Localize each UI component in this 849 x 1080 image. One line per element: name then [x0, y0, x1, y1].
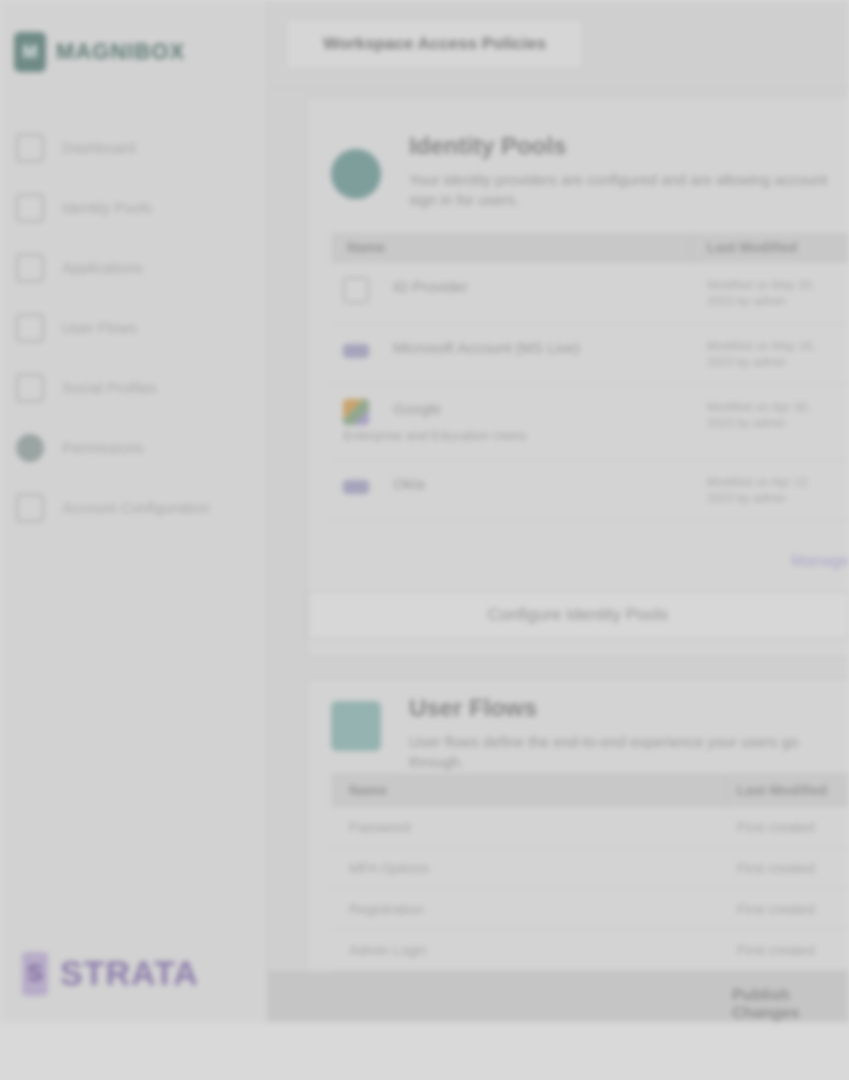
column-header-modified[interactable]: Last Modified	[727, 782, 849, 798]
row-name: Okta	[393, 476, 425, 493]
sidebar-item-identity-pools[interactable]: Identity Pools	[0, 178, 268, 238]
okta-icon	[343, 480, 369, 494]
row-modified: First created	[737, 819, 815, 835]
table-header: Name Last Modified	[331, 233, 849, 263]
sidebar-nav: Dashboard Identity Pools Applications Us…	[0, 118, 268, 538]
column-header-name[interactable]: Name	[331, 773, 727, 807]
table-row[interactable]: Admin Login First created	[331, 930, 849, 971]
publish-changes-button[interactable]: Publish Changes	[732, 987, 849, 1023]
table-row[interactable]: Okta Modified on Apr 12, 2023 by admin	[331, 460, 849, 521]
id-icon	[16, 194, 44, 222]
section-description: User flows define the end-to-end experie…	[409, 734, 799, 771]
footer-logo: S STRATA	[22, 952, 199, 996]
brand-name: MAGNIBOX	[56, 39, 185, 64]
row-name: Microsoft Account (MS Live)	[393, 340, 580, 357]
row-name: ID Provider	[393, 279, 469, 296]
apps-icon	[16, 254, 44, 282]
row-modified: First created	[737, 942, 815, 958]
settings-icon	[16, 494, 44, 522]
identity-table: Name Last Modified ID Provider Modified …	[331, 233, 849, 521]
row-modified: Modified on Apr 12, 2023 by admin	[707, 475, 811, 505]
table-row[interactable]: Registration First created	[331, 889, 849, 930]
section-title: Identity Pools	[409, 133, 567, 160]
users-icon	[331, 701, 381, 751]
sidebar-item-label: Dashboard	[62, 139, 136, 157]
main-content: Identity Pools Your identity providers a…	[268, 88, 849, 978]
row-name: MFA Options	[349, 860, 430, 876]
flow-icon	[16, 314, 44, 342]
sidebar-item-label: Permissions	[62, 439, 144, 457]
sidebar-item-user-flows[interactable]: User Flows	[0, 298, 268, 358]
table-header: Name Last Modified	[331, 773, 849, 807]
row-modified: First created	[737, 901, 815, 917]
sidebar-item-dashboard[interactable]: Dashboard	[0, 118, 268, 178]
row-name: Registration	[349, 901, 424, 917]
brand-mark-icon: M	[14, 32, 46, 72]
row-name: Password	[349, 819, 411, 835]
sidebar-item-account-configuration[interactable]: Account Configuration	[0, 478, 268, 538]
brand-logo[interactable]: M MAGNIBOX	[14, 32, 185, 72]
globe-icon	[331, 149, 381, 199]
row-name: Admin Login	[349, 942, 427, 958]
row-modified: Modified on May 20, 2023 by admin	[707, 278, 816, 308]
row-modified: First created	[737, 860, 815, 876]
footer-brand-name: STRATA	[60, 954, 199, 993]
table-row[interactable]: MFA Options First created	[331, 848, 849, 889]
identity-pools-panel: Identity Pools Your identity providers a…	[306, 96, 849, 658]
sidebar-item-label: Account Configuration	[62, 499, 210, 517]
profile-icon	[16, 374, 44, 402]
section-description: Your identity providers are configured a…	[409, 172, 828, 209]
top-bar: Workspace Access Policies	[268, 0, 849, 88]
footer-mark-icon: S	[22, 952, 48, 996]
table-row[interactable]: Password First created	[331, 807, 849, 848]
row-name: Google	[393, 401, 442, 418]
sidebar-item-applications[interactable]: Applications	[0, 238, 268, 298]
breadcrumb-title[interactable]: Workspace Access Policies	[286, 18, 584, 70]
id-card-icon	[343, 277, 369, 303]
sidebar-item-label: Applications	[62, 259, 143, 277]
row-modified: Modified on May 18, 2023 by admin	[707, 339, 816, 369]
table-row[interactable]: ID Provider Modified on May 20, 2023 by …	[331, 263, 849, 324]
manage-link[interactable]: Manage	[791, 553, 849, 571]
app-window: M MAGNIBOX Dashboard Identity Pools Appl…	[0, 0, 849, 1022]
column-header-modified[interactable]: Last Modified	[691, 233, 849, 263]
sidebar-item-label: Identity Pools	[62, 199, 153, 217]
bottom-action-bar: Publish Changes	[268, 972, 849, 1022]
sidebar-item-permissions[interactable]: Permissions	[0, 418, 268, 478]
sidebar-item-label: Social Profiles	[62, 379, 158, 397]
row-subtitle: Enterprise and Education Users	[343, 428, 527, 443]
table-row[interactable]: Microsoft Account (MS Live) Modified on …	[331, 324, 849, 385]
user-flows-table: Name Last Modified Password First create…	[331, 773, 849, 971]
google-icon	[343, 399, 369, 425]
user-flows-panel: User Flows User flows define the end-to-…	[306, 678, 849, 978]
configure-identity-pools-button[interactable]: Configure Identity Pools	[307, 591, 849, 639]
section-title: User Flows	[409, 695, 538, 722]
shield-icon	[16, 434, 44, 462]
column-header-name[interactable]: Name	[331, 233, 691, 263]
sidebar: M MAGNIBOX Dashboard Identity Pools Appl…	[0, 0, 268, 1022]
sidebar-item-social-profiles[interactable]: Social Profiles	[0, 358, 268, 418]
grid-icon	[16, 134, 44, 162]
sidebar-item-label: User Flows	[62, 319, 138, 337]
table-row[interactable]: Google Enterprise and Education Users Mo…	[331, 385, 849, 460]
microsoft-icon	[343, 344, 369, 358]
row-modified: Modified on Apr 30, 2023 by admin	[707, 400, 811, 430]
